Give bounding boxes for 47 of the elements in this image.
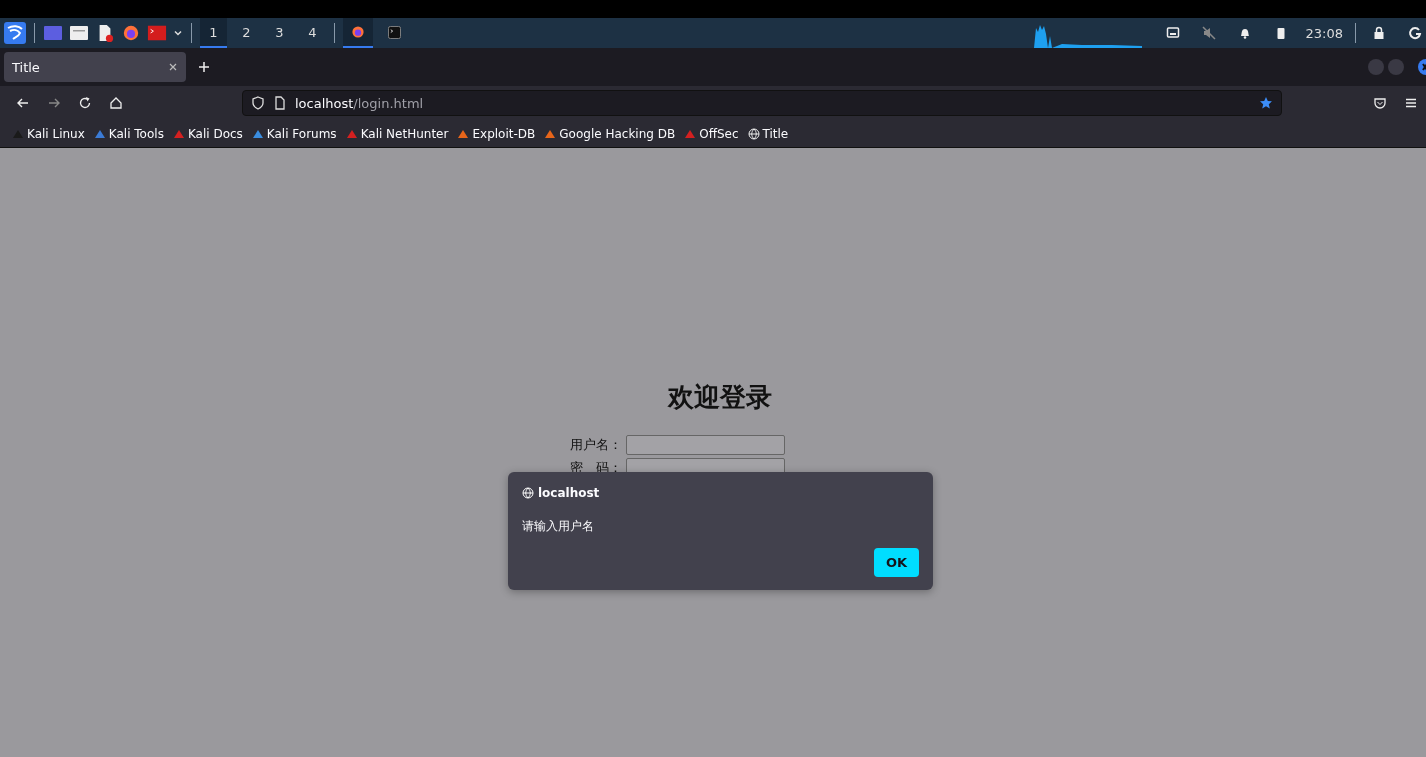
bookmark-link[interactable]: Google Hacking DB — [544, 126, 676, 141]
bookmark-link[interactable]: Kali Linux — [12, 126, 85, 141]
dialog-origin: localhost — [538, 486, 600, 500]
browser-icon — [351, 25, 365, 39]
browser-window-button[interactable] — [343, 18, 373, 48]
bookmark-link[interactable]: Title — [747, 126, 789, 141]
new-tab-icon[interactable] — [198, 61, 210, 73]
browser-tab[interactable]: Title — [4, 52, 186, 82]
workspace-button[interactable]: 2 — [233, 18, 260, 48]
page-heading: 欢迎登录 — [668, 381, 772, 414]
field-label: 用户名： — [569, 436, 622, 454]
pocket-icon[interactable] — [1373, 96, 1387, 110]
bookmark-link[interactable]: Kali Forums — [251, 126, 337, 141]
bookmark-link[interactable]: Kali Docs — [172, 126, 243, 141]
star-icon[interactable] — [1259, 96, 1273, 110]
terminal-icon[interactable] — [147, 24, 167, 42]
tab-title: Title — [12, 59, 41, 75]
desktop-icon[interactable] — [43, 24, 63, 42]
forward-icon[interactable] — [47, 96, 61, 110]
caret-icon[interactable] — [173, 28, 183, 38]
bookmark-link[interactable]: Kali NetHunter — [345, 126, 449, 141]
page-icon — [273, 96, 287, 110]
workspace-button[interactable]: 1 — [200, 18, 227, 48]
address-bar[interactable]: localhost/login.html — [242, 90, 1282, 116]
back-icon[interactable] — [16, 96, 30, 110]
bookmark-link[interactable]: Exploit-DB — [457, 126, 536, 141]
workspace-button[interactable]: 4 — [299, 18, 326, 48]
browser-icon[interactable] — [121, 24, 141, 42]
reload-icon[interactable] — [78, 96, 92, 110]
menu-icon[interactable] — [1404, 96, 1418, 110]
url-text: localhost/login.html — [295, 95, 424, 111]
globe-icon — [747, 127, 760, 140]
clock[interactable]: 23:08 — [1305, 25, 1343, 41]
globe-icon — [522, 487, 534, 499]
dialog-message: 请输入用户名 — [522, 518, 595, 535]
bookmark-link[interactable]: OffSec — [684, 126, 739, 141]
close-icon[interactable] — [168, 62, 178, 72]
terminal-icon — [387, 25, 401, 39]
muted-speaker-icon[interactable] — [1201, 26, 1216, 40]
input-field[interactable] — [625, 435, 785, 455]
lock-icon[interactable] — [1372, 26, 1386, 40]
shield-icon — [251, 96, 265, 110]
folder-icon[interactable] — [69, 24, 89, 42]
bookmark-link[interactable]: Kali Tools — [93, 126, 164, 141]
home-icon[interactable] — [109, 96, 123, 110]
ok-button[interactable]: OK — [874, 548, 919, 577]
workspace-button[interactable]: 3 — [266, 18, 293, 48]
